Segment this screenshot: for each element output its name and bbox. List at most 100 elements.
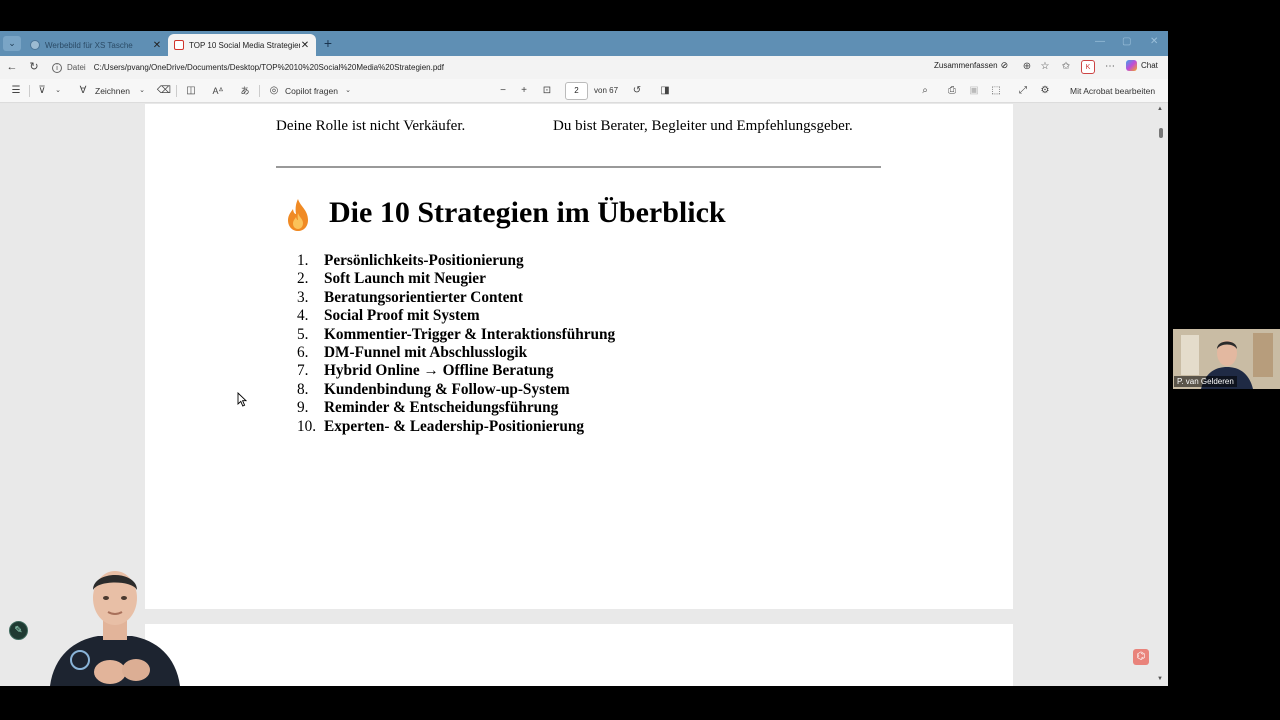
highlight-icon[interactable]: ⊽ <box>34 83 50 99</box>
list-item: 6. DM-Funnel mit Abschlusslogik <box>297 344 615 362</box>
list-number: 8. <box>297 380 309 398</box>
eraser-icon[interactable]: ⌫ <box>156 83 172 99</box>
maximize-icon[interactable]: ▢ <box>1122 36 1131 47</box>
pdf-toolbar: ☰ ⊽ ⌄ ∀ Zeichnen ⌄ ⌫ ◫ Aᐞ あ ◎ Copilot fr… <box>0 79 1168 103</box>
zoom-in-icon[interactable]: + <box>516 83 532 99</box>
list-number: 10. <box>297 417 317 435</box>
back-icon[interactable]: ← <box>4 59 20 75</box>
chevron-down-icon[interactable]: ⌄ <box>134 83 150 99</box>
extension-icon[interactable]: K <box>1081 60 1095 74</box>
screen: ⌄ Werbebild für XS Tasche ✕ TOP 10 Socia… <box>0 0 1280 720</box>
close-tab-icon[interactable]: ✕ <box>300 40 310 51</box>
new-tab-button[interactable]: + <box>320 35 336 51</box>
list-number: 5. <box>297 325 309 343</box>
summarize-button[interactable]: Zusammenfassen ⊘ <box>934 60 1008 71</box>
list-number: 4. <box>297 307 309 325</box>
page-view-icon[interactable]: ◫ <box>183 83 199 99</box>
summarize-icon: ⊘ <box>1000 60 1009 70</box>
list-number: 7. <box>297 362 309 380</box>
save-icon[interactable]: ▣ <box>966 83 982 99</box>
pdf-page: Deine Rolle ist nicht Verkäufer. Du bist… <box>145 104 1013 609</box>
zoom-out-icon[interactable]: − <box>495 83 511 99</box>
summarize-label: Zusammenfassen <box>934 61 998 70</box>
search-icon[interactable]: ⌕ <box>917 83 933 99</box>
print-icon[interactable]: ⎙ <box>944 83 960 99</box>
list-number: 3. <box>297 288 309 306</box>
info-icon[interactable]: i <box>52 62 62 73</box>
scroll-thumb[interactable] <box>1159 128 1163 138</box>
list-number: 1. <box>297 252 309 269</box>
tab-werbebild[interactable]: Werbebild für XS Tasche ✕ <box>24 34 168 56</box>
url-text[interactable]: C:/Users/pvang/OneDrive/Documents/Deskto… <box>94 63 444 72</box>
scroll-up-icon[interactable]: ▲ <box>1157 106 1163 112</box>
list-text: Persönlichkeits-Positionierung <box>324 252 524 269</box>
draw-label[interactable]: Zeichnen <box>95 83 130 99</box>
draw-icon[interactable]: ∀ <box>75 83 91 99</box>
save-as-icon[interactable]: ⬚ <box>988 83 1004 99</box>
list-item: 5. Kommentier-Trigger & Interaktionsführu… <box>297 326 615 344</box>
list-text: Kundenbindung & Follow-up-System <box>324 380 570 398</box>
chat-label: Chat <box>1141 61 1158 70</box>
page-total: von 67 <box>594 86 619 95</box>
list-item: 4. Social Proof mit System <box>297 307 615 325</box>
pdf-icon <box>174 40 184 50</box>
fullscreen-icon[interactable]: ⤢ <box>1015 83 1031 99</box>
edit-pencil-icon[interactable]: ✎ <box>9 621 28 640</box>
page-number-input[interactable]: 2 <box>565 82 588 100</box>
rotate-icon[interactable]: ↺ <box>629 83 645 99</box>
globe-icon <box>30 40 40 50</box>
divider <box>176 85 177 97</box>
list-text: Kommentier-Trigger & Interaktionsführung <box>324 325 616 343</box>
list-text: Beratungsorientierter Content <box>324 288 523 306</box>
horizontal-rule <box>276 166 881 168</box>
copilot-chat-button[interactable]: Chat <box>1126 60 1158 71</box>
list-item: 2. Soft Launch mit Neugier <box>297 270 615 288</box>
tab-actions-menu-button[interactable]: ⌄ <box>3 36 21 51</box>
scroll-down-icon[interactable]: ▼ <box>1157 676 1163 682</box>
more-icon[interactable]: ⋯ <box>1103 60 1117 74</box>
acrobat-icon[interactable]: ⌬ <box>1133 649 1149 665</box>
list-item: 7. Hybrid Online → Offline Beratung <box>297 362 615 380</box>
fit-page-icon[interactable]: ⊡ <box>539 83 555 99</box>
scheme-label: Datei <box>67 63 86 72</box>
tab-strip: ⌄ Werbebild für XS Tasche ✕ TOP 10 Socia… <box>0 31 1168 56</box>
chevron-down-icon[interactable]: ⌄ <box>340 83 356 99</box>
list-text: Experten- & Leadership-Positionierung <box>324 417 585 435</box>
tab-pdf[interactable]: TOP 10 Social Media Strategien.pdf ✕ <box>168 34 316 56</box>
copilot-icon[interactable]: ◎ <box>266 83 282 99</box>
favorite-star-icon[interactable]: ☆ <box>1038 60 1052 74</box>
favorites-icon[interactable]: ✩ <box>1059 60 1073 74</box>
list-item: 3. Beratungsorientierter Content <box>297 289 615 307</box>
chevron-down-icon[interactable]: ⌄ <box>50 83 66 99</box>
contents-icon[interactable]: ☰ <box>8 83 24 99</box>
address-bar[interactable]: i Datei C:/Users/pvang/OneDrive/Document… <box>47 58 927 77</box>
presenter-video <box>50 571 180 686</box>
settings-gear-icon[interactable]: ⚙ <box>1037 83 1053 99</box>
refresh-icon[interactable]: ↻ <box>26 59 42 75</box>
divider <box>29 85 30 97</box>
zoom-icon[interactable]: ⊕ <box>1020 60 1034 74</box>
list-text: Social Proof mit System <box>324 307 480 325</box>
close-tab-icon[interactable]: ✕ <box>152 40 162 51</box>
participant-name: P. van Gelderen <box>1174 376 1237 387</box>
list-text: Reminder & Entscheidungsführung <box>324 399 559 417</box>
copilot-icon <box>1126 60 1137 71</box>
copilot-ask-label[interactable]: Copilot fragen <box>285 83 338 99</box>
role-statement-left: Deine Rolle ist nicht Verkäufer. <box>276 118 466 134</box>
list-text: Soft Launch mit Neugier <box>324 270 486 288</box>
list-number: 9. <box>297 399 309 417</box>
edit-with-acrobat-button[interactable]: Mit Acrobat bearbeiten <box>1070 83 1155 99</box>
minimize-icon[interactable]: — <box>1095 36 1105 47</box>
tab-title: TOP 10 Social Media Strategien.pdf <box>189 40 300 50</box>
tab-title: Werbebild für XS Tasche <box>45 40 133 50</box>
address-bar-row: ← ↻ i Datei C:/Users/pvang/OneDrive/Docu… <box>0 56 1168 79</box>
role-statement-right: Du bist Berater, Begleiter und Empfehlun… <box>553 118 853 134</box>
two-page-icon[interactable]: ◨ <box>657 83 673 99</box>
list-item: 9. Reminder & Entscheidungsführung <box>297 399 615 417</box>
scrollbar[interactable]: ▲ ▼ <box>1156 104 1166 686</box>
translate-icon[interactable]: あ <box>237 83 253 99</box>
read-aloud-icon[interactable]: Aᐞ <box>210 83 226 99</box>
divider <box>259 85 260 97</box>
close-window-icon[interactable]: ✕ <box>1150 36 1158 47</box>
chevron-down-icon: ⌄ <box>8 38 16 48</box>
